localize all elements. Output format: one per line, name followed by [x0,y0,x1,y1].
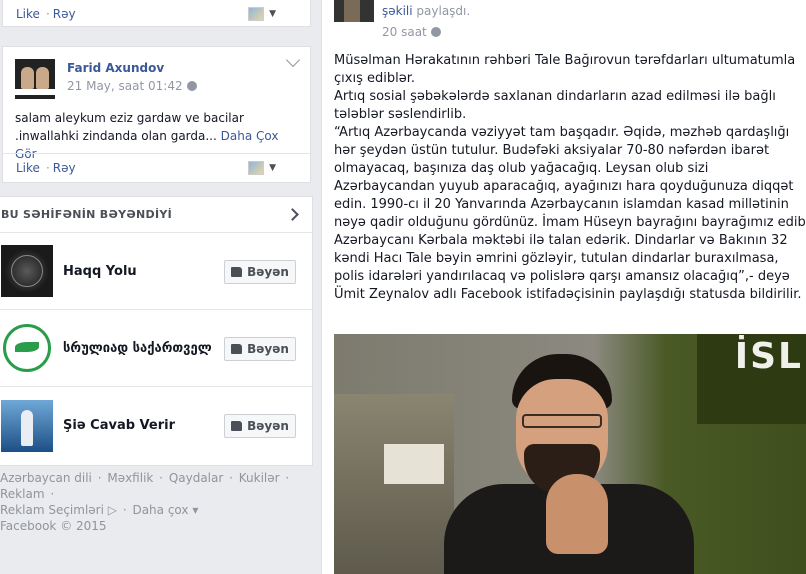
previous-post-actions: Like · Rəy ▼ [2,0,311,27]
page-thumbnail[interactable] [1,399,53,452]
post-paragraph: Müsəlman Hərakatının rəhbəri Tale Bağıro… [334,53,796,86]
footer-links-line-1: Azərbaycan dili · Məxfilik · Qaydalar · … [0,471,290,501]
reaction-avatar-icon[interactable] [248,7,264,21]
action-separator: · [45,161,50,175]
comment-card: Farid Axundov 21 May, saat 01:42 salam a… [2,46,311,183]
comment-header: Farid Axundov 21 May, saat 01:42 [3,47,310,99]
comment-author[interactable]: Farid Axundov [67,61,197,75]
caret-down-icon[interactable]: ▾ [192,503,198,517]
post-column: şəkili paylaşdı. 20 saat Müsəlman Həraka… [321,0,806,574]
like-page-button[interactable]: Bəyən [224,414,296,438]
liked-page-row: Şiə Cavab Verir Bəyən [0,387,312,464]
globe-icon [430,27,441,37]
like-link[interactable]: Like [16,161,40,175]
action-separator: · [45,7,50,21]
shared-photo-link[interactable]: şəkili [382,4,413,18]
page-name[interactable]: Haqq Yolu [63,264,213,279]
post-text: Müsəlman Hərakatının rəhbəri Tale Bağıro… [334,52,806,304]
footer-link-ad-choices[interactable]: Reklam Seçimləri [0,503,104,517]
liked-pages-title: BU SƏHİFƏNİN BƏYƏNDİYİ [1,208,173,221]
footer-link-more[interactable]: Daha çox [132,503,188,517]
like-link[interactable]: Like [16,7,40,21]
footer-links-line-2: Reklam Seçimləri ▷ · Daha çox ▾ [0,503,199,517]
thumbs-up-icon [231,421,243,431]
comment-time-text: 21 May, saat 01:42 [67,79,183,93]
thumbs-up-icon [231,267,243,277]
footer-link-cookies[interactable]: Kukilər [239,471,280,485]
avatar[interactable] [15,59,55,99]
globe-icon [186,81,197,91]
caret-down-icon[interactable]: ▼ [269,163,276,173]
post-paragraph: Artıq sosial şəbəkələrdə saxlanan dindar… [334,89,776,122]
liked-pages-card: BU SƏHİFƏNİN BƏYƏNDİYİ Haqq Yolu Bəyən ს… [0,196,313,466]
liked-page-row: Haqq Yolu Bəyən [0,233,312,310]
reply-link[interactable]: Rəy [53,161,76,175]
page-thumbnail[interactable] [1,245,53,297]
previous-post-action-bar: Like · Rəy ▼ [3,0,310,28]
reaction-avatar-icon[interactable] [248,161,264,175]
chevron-right-icon[interactable] [286,208,299,221]
page-thumbnail[interactable] [1,322,53,374]
post-paragraph: “Artıq Azərbaycanda vəziyyət tam başqadı… [334,125,806,302]
comment-timestamp[interactable]: 21 May, saat 01:42 [67,79,197,93]
like-button-label: Bəyən [247,265,289,279]
footer: Azərbaycan dili · Məxfilik · Qaydalar · … [0,470,313,534]
post-header-text: paylaşdı. [416,4,471,18]
like-button-label: Bəyən [247,342,289,356]
comment-body-text: salam aleykum eziz gardaw ve bacilar .in… [15,111,244,143]
page-name[interactable]: სრულიად საქართველ... [63,341,213,356]
post-header: şəkili paylaşdı. [382,4,470,18]
ad-choices-icon: ▷ [107,503,117,517]
like-page-button[interactable]: Bəyən [224,337,296,361]
comment-action-bar: Like · Rəy ▼ [3,154,310,182]
reply-link[interactable]: Rəy [53,7,76,21]
page-name[interactable]: Şiə Cavab Verir [63,418,213,433]
caret-down-icon[interactable]: ▼ [269,9,276,19]
like-page-button[interactable]: Bəyən [224,260,296,284]
footer-link-ads[interactable]: Reklam [0,487,45,501]
post-time-text: 20 saat [382,25,427,39]
thumbs-up-icon [231,344,243,354]
like-button-label: Bəyən [247,419,289,433]
post-photo[interactable]: İSL [334,334,806,574]
footer-link-language[interactable]: Azərbaycan dili [0,471,92,485]
left-column: Like · Rəy ▼ Farid Axundov 21 May, saat … [0,0,313,574]
liked-page-row: სრულიად საქართველ... Bəyən [0,310,312,387]
comment-meta: Farid Axundov 21 May, saat 01:42 [67,59,197,99]
liked-pages-header[interactable]: BU SƏHİFƏNİN BƏYƏNDİYİ [0,197,312,233]
photo-banner-text: İSL [734,336,803,377]
post-timestamp[interactable]: 20 saat [382,25,441,39]
footer-copyright: Facebook © 2015 [0,519,107,533]
comment-actions: Like · Rəy ▼ [3,153,310,182]
avatar[interactable] [334,0,374,22]
footer-link-privacy[interactable]: Məxfilik [107,471,153,485]
footer-link-terms[interactable]: Qaydalar [169,471,224,485]
